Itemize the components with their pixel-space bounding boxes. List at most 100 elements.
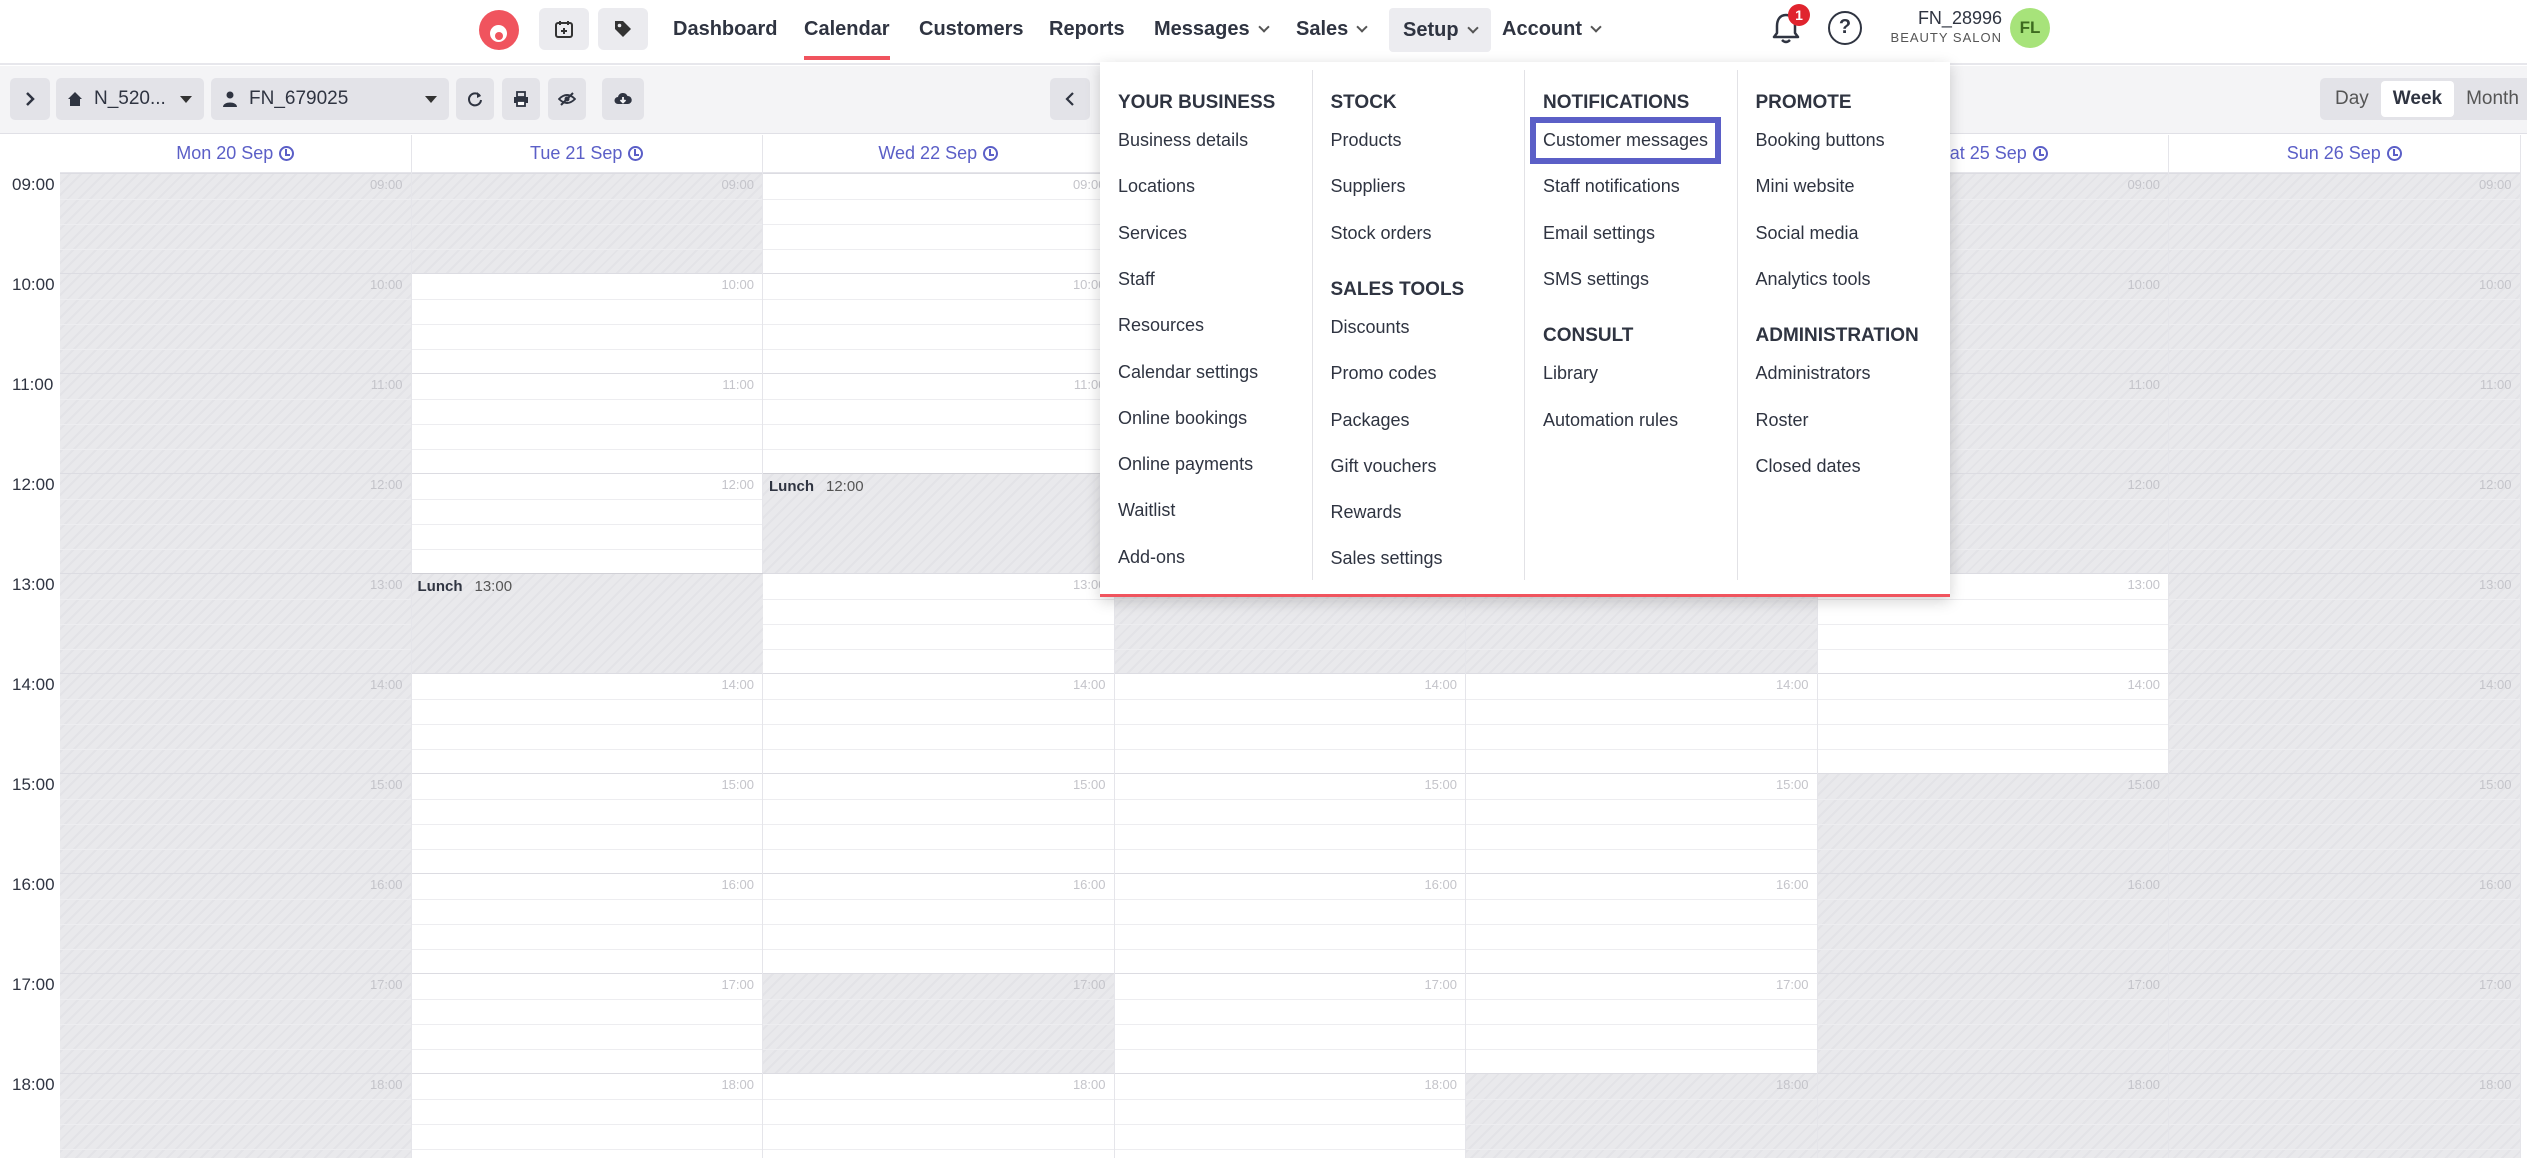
time-slot[interactable]: 09:00: [2169, 173, 2520, 273]
time-slot[interactable]: 10:00: [411, 273, 762, 373]
setup-menu-item-social-media[interactable]: Social media: [1756, 223, 1859, 244]
cloud-download-button[interactable]: [602, 78, 644, 120]
setup-menu-item-mini-website[interactable]: Mini website: [1756, 176, 1855, 197]
time-slot[interactable]: 11:00: [411, 373, 762, 473]
time-slot[interactable]: 12:00: [60, 473, 411, 573]
clock-icon[interactable]: [2032, 146, 2048, 161]
setup-menu-item-roster[interactable]: Roster: [1756, 410, 1809, 431]
time-slot[interactable]: 18:00: [411, 1073, 762, 1158]
time-slot[interactable]: 13:00: [2169, 573, 2520, 673]
time-slot[interactable]: 16:00: [2169, 873, 2520, 973]
nav-account[interactable]: Account: [1502, 0, 1602, 60]
time-slot[interactable]: 15:00: [411, 773, 762, 873]
time-slot[interactable]: 13:00: [60, 573, 411, 673]
setup-menu-item-waitlist[interactable]: Waitlist: [1118, 500, 1175, 521]
setup-menu-item-gift-vouchers[interactable]: Gift vouchers: [1331, 456, 1437, 477]
lunch-break-block[interactable]: Lunch 13:00: [411, 573, 763, 673]
setup-menu-item-add-ons[interactable]: Add-ons: [1118, 547, 1185, 568]
nav-reports[interactable]: Reports: [1049, 0, 1125, 60]
time-slot[interactable]: 13:00: [763, 573, 1114, 673]
time-slot[interactable]: 10:00: [763, 273, 1114, 373]
time-slot[interactable]: 09:00: [411, 173, 762, 273]
location-select[interactable]: N_520...: [56, 78, 204, 120]
help-icon[interactable]: ?: [1828, 11, 1862, 45]
time-slot[interactable]: 16:00: [1466, 873, 1817, 973]
setup-menu-item-library[interactable]: Library: [1543, 363, 1598, 384]
time-slot[interactable]: 15:00: [2169, 773, 2520, 873]
time-slot[interactable]: 17:00: [411, 973, 762, 1073]
setup-menu-item-staff-notifications[interactable]: Staff notifications: [1543, 176, 1680, 197]
time-slot[interactable]: 18:00: [2169, 1073, 2520, 1158]
time-slot[interactable]: 14:00: [60, 673, 411, 773]
nav-dashboard[interactable]: Dashboard: [673, 0, 777, 60]
time-slot[interactable]: 12:00: [2169, 473, 2520, 573]
time-slot[interactable]: 15:00: [1466, 773, 1817, 873]
time-slot[interactable]: 14:00: [411, 673, 762, 773]
setup-menu-item-products[interactable]: Products: [1331, 130, 1402, 151]
time-slot[interactable]: 18:00: [1817, 1073, 2168, 1158]
setup-menu-item-automation-rules[interactable]: Automation rules: [1543, 410, 1678, 431]
setup-menu-item-resources[interactable]: Resources: [1118, 315, 1204, 336]
time-slot[interactable]: 18:00: [1466, 1073, 1817, 1158]
time-slot[interactable]: 17:00: [60, 973, 411, 1073]
time-slot[interactable]: 17:00: [2169, 973, 2520, 1073]
avatar[interactable]: FL: [2010, 8, 2050, 48]
time-slot[interactable]: 17:00: [763, 973, 1114, 1073]
setup-menu-item-discounts[interactable]: Discounts: [1331, 317, 1410, 338]
refresh-button[interactable]: [456, 78, 494, 120]
time-slot[interactable]: 15:00: [1817, 773, 2168, 873]
setup-menu-item-online-payments[interactable]: Online payments: [1118, 454, 1253, 475]
setup-menu-item-calendar-settings[interactable]: Calendar settings: [1118, 362, 1258, 383]
nav-customers[interactable]: Customers: [919, 0, 1023, 60]
time-slot[interactable]: 11:00: [60, 373, 411, 473]
time-slot[interactable]: 14:00: [1817, 673, 2168, 773]
print-button[interactable]: [502, 78, 540, 120]
previous-week-button[interactable]: [1050, 78, 1090, 120]
time-slot[interactable]: 18:00: [60, 1073, 411, 1158]
account-id[interactable]: FN_28996: [1896, 8, 2002, 29]
time-slot[interactable]: 17:00: [1114, 973, 1465, 1073]
view-day-button[interactable]: Day: [2323, 81, 2381, 117]
clock-icon[interactable]: [628, 146, 644, 161]
clock-icon[interactable]: [2386, 146, 2402, 161]
time-slot[interactable]: 16:00: [1817, 873, 2168, 973]
time-slot[interactable]: 09:00: [60, 173, 411, 273]
time-slot[interactable]: 18:00: [1114, 1073, 1465, 1158]
time-slot[interactable]: 09:00: [763, 173, 1114, 273]
nav-setup[interactable]: Setup: [1389, 8, 1491, 52]
time-slot[interactable]: 16:00: [1114, 873, 1465, 973]
toggle-sidebar-button[interactable]: [10, 78, 50, 120]
time-slot[interactable]: 14:00: [763, 673, 1114, 773]
time-slot[interactable]: 12:00: [411, 473, 762, 573]
time-slot[interactable]: 11:00: [763, 373, 1114, 473]
time-slot[interactable]: 15:00: [60, 773, 411, 873]
setup-menu-item-booking-buttons[interactable]: Booking buttons: [1756, 130, 1885, 151]
setup-menu-item-online-bookings[interactable]: Online bookings: [1118, 408, 1247, 429]
time-slot[interactable]: 18:00: [763, 1073, 1114, 1158]
setup-menu-item-analytics-tools[interactable]: Analytics tools: [1756, 269, 1871, 290]
time-slot[interactable]: 10:00: [60, 273, 411, 373]
time-slot[interactable]: 14:00: [1466, 673, 1817, 773]
setup-menu-item-promo-codes[interactable]: Promo codes: [1331, 363, 1437, 384]
time-slot[interactable]: 10:00: [2169, 273, 2520, 373]
day-header[interactable]: Wed 22 Sep: [763, 135, 1115, 173]
time-slot[interactable]: 16:00: [411, 873, 762, 973]
setup-menu-item-suppliers[interactable]: Suppliers: [1331, 176, 1406, 197]
setup-menu-item-rewards[interactable]: Rewards: [1331, 502, 1402, 523]
clock-icon[interactable]: [279, 146, 295, 161]
time-slot[interactable]: 11:00: [2169, 373, 2520, 473]
staff-select[interactable]: FN_679025: [211, 78, 449, 120]
setup-menu-item-packages[interactable]: Packages: [1331, 410, 1410, 431]
setup-menu-item-sales-settings[interactable]: Sales settings: [1331, 548, 1443, 569]
nav-messages[interactable]: Messages: [1154, 0, 1270, 60]
time-slot[interactable]: 15:00: [763, 773, 1114, 873]
nav-calendar[interactable]: Calendar: [804, 0, 890, 60]
clock-icon[interactable]: [983, 146, 999, 161]
time-slot[interactable]: 15:00: [1114, 773, 1465, 873]
day-header[interactable]: Mon 20 Sep: [60, 135, 412, 173]
setup-menu-item-business-details[interactable]: Business details: [1118, 130, 1248, 151]
time-slot[interactable]: 14:00: [1114, 673, 1465, 773]
new-appointment-button[interactable]: [539, 8, 589, 50]
time-slot[interactable]: 16:00: [763, 873, 1114, 973]
day-header[interactable]: Sun 26 Sep: [2169, 135, 2521, 173]
